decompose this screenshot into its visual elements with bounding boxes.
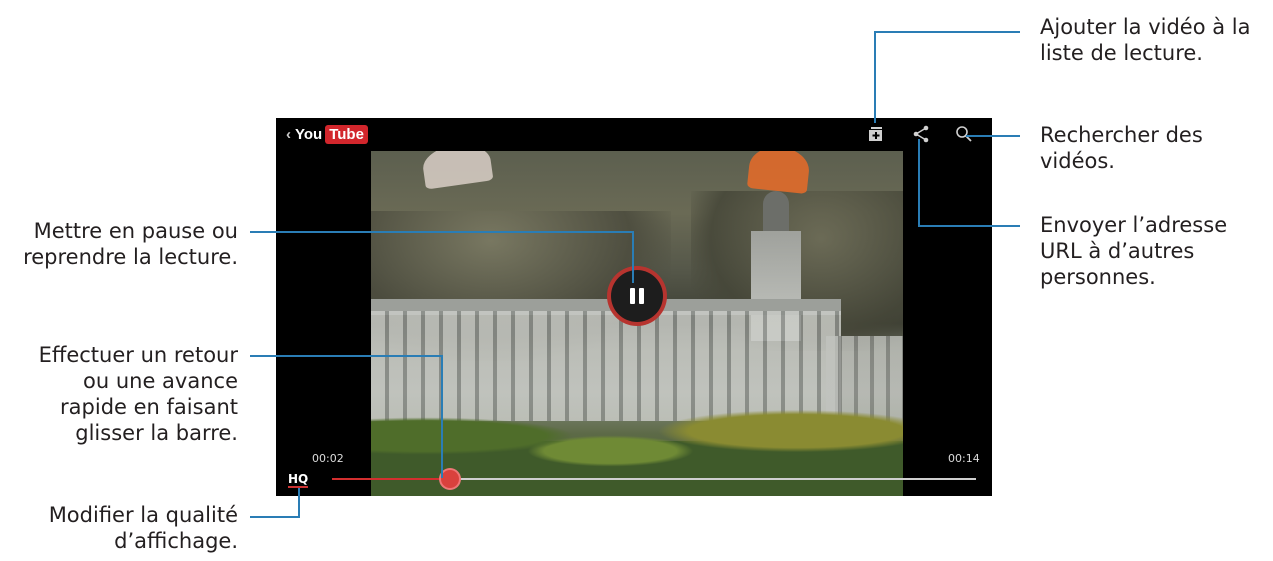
chevron-left-icon[interactable]: ‹ <box>286 126 291 143</box>
caption-search: Rechercher des vidéos. <box>1040 123 1203 173</box>
video-scenery-tower <box>763 191 789 235</box>
callout-line-share <box>918 139 920 227</box>
callout-line-search <box>966 135 1020 137</box>
hq-quality-toggle[interactable]: HQ <box>288 472 309 488</box>
callout-line-quality <box>250 516 300 518</box>
callout-line-seek <box>250 355 443 357</box>
seek-bar-progress <box>332 478 451 480</box>
pause-icon <box>639 288 644 304</box>
callout-line-add-playlist <box>874 31 876 123</box>
duration-time: 00:14 <box>948 452 980 465</box>
elapsed-time: 00:02 <box>312 452 344 465</box>
caption-quality: Modifier la qualité d’affichage. <box>48 503 238 553</box>
caption-pause: Mettre en pause ou reprendre la lecture. <box>23 219 238 269</box>
callout-line-share <box>918 225 1020 227</box>
search-icon[interactable] <box>954 124 974 144</box>
youtube-logo[interactable]: ‹ You Tube <box>286 122 368 146</box>
video-scenery-paraglider <box>746 151 812 195</box>
caption-add-playlist: Ajouter la vidéo à la liste de lecture. <box>1040 15 1251 65</box>
seek-bar-thumb[interactable] <box>441 470 460 488</box>
pause-icon <box>630 288 635 304</box>
share-icon[interactable] <box>911 124 931 144</box>
logo-tube: Tube <box>325 124 368 144</box>
caption-share: Envoyer l’adresse URL à d’autres personn… <box>1040 213 1228 289</box>
add-playlist-icon[interactable] <box>866 124 886 144</box>
callout-line-seek <box>441 355 443 478</box>
caption-seek: Effectuer un retour ou une avance rapide… <box>38 343 238 445</box>
callout-line-add-playlist <box>874 31 1020 33</box>
video-frame[interactable] <box>371 151 903 496</box>
callout-line-pause <box>632 231 634 283</box>
video-player-screen: ‹ You Tube 00:02 00:14 HQ <box>276 118 992 496</box>
player-top-bar: ‹ You Tube <box>276 118 992 151</box>
callout-line-quality <box>298 488 300 518</box>
callout-line-pause <box>250 231 634 233</box>
video-scenery-paraglider <box>420 151 494 190</box>
logo-you: You <box>295 125 323 143</box>
pause-button[interactable] <box>611 270 663 322</box>
seek-bar[interactable] <box>332 470 976 488</box>
